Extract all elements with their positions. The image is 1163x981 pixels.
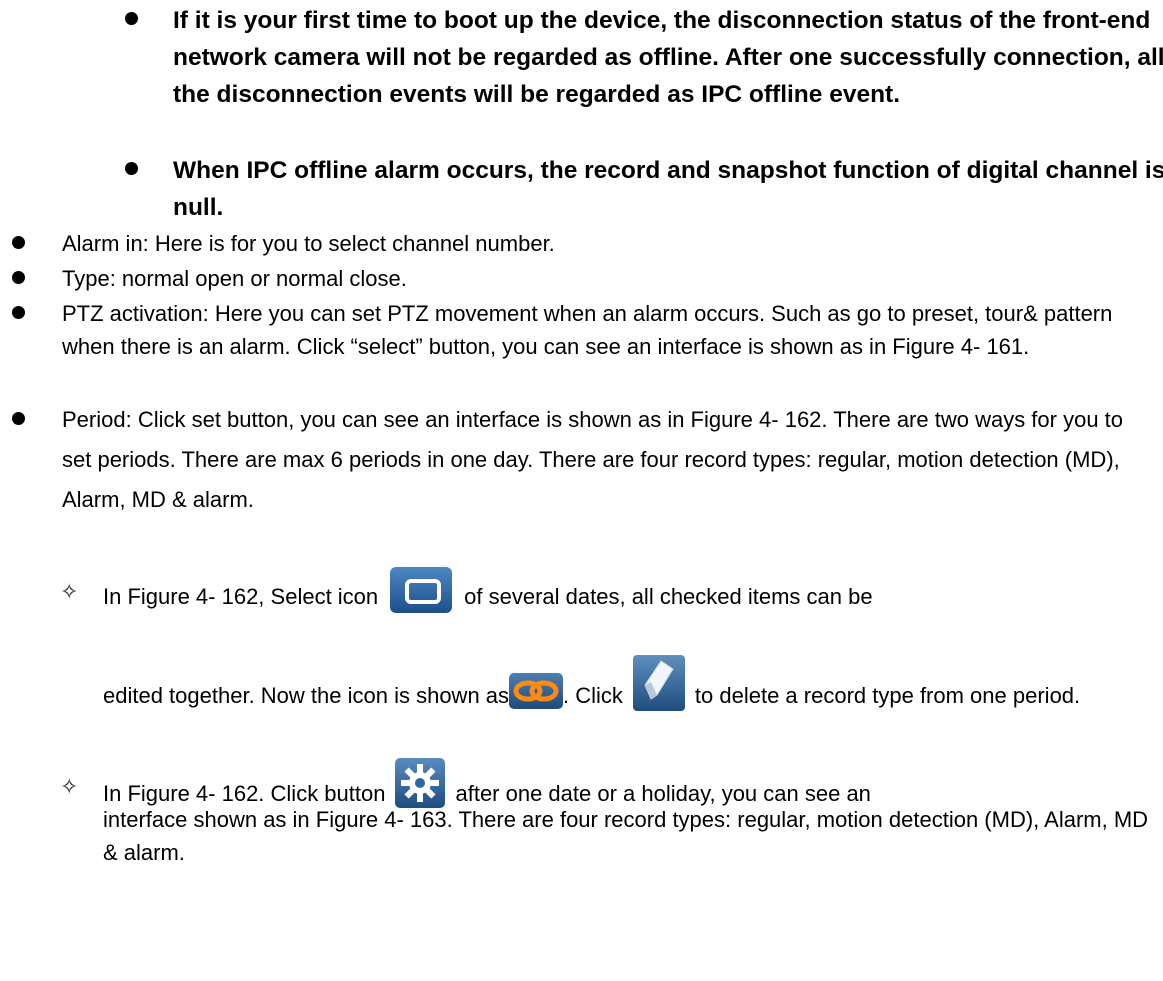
sub-item-text-part: interface shown as in Figure 4- 163. The… [103, 807, 1149, 865]
sub-item-text-part: to delete a record type from one period. [694, 682, 1081, 708]
manual-page: If it is your first time to boot up the … [0, 0, 1163, 981]
bullet-dot [125, 162, 138, 175]
sub-item-text-part: . Click [563, 682, 623, 708]
bullet-text: PTZ activation: Here you can set PTZ mov… [62, 301, 1113, 359]
bullet-dot [12, 236, 25, 249]
diamond-bullet-icon: ✧ [60, 579, 79, 604]
sub-item-text-part: of several dates, all checked items can … [464, 583, 873, 609]
gear-icon [395, 758, 446, 808]
diamond-bullet-icon: ✧ [60, 774, 79, 799]
square-select-icon [390, 567, 453, 613]
eraser-icon [632, 655, 685, 711]
bullet-text: Alarm in: Here is for you to select chan… [62, 231, 555, 256]
sub-item-text-part: edited together. Now the icon is shown a… [103, 682, 510, 708]
note-text: When IPC offline alarm occurs, the recor… [173, 157, 1163, 221]
bullet-dot [12, 271, 25, 284]
bullet-text: Type: normal open or normal close. [62, 266, 407, 291]
bullet-dot [125, 12, 138, 25]
note-text: If it is your first time to boot up the … [173, 7, 1163, 108]
sub-item-text-part: In Figure 4- 162, Select icon [103, 583, 379, 609]
bullet-text: Period: Click set button, you can see an… [62, 407, 1124, 512]
bullet-dot [12, 306, 25, 319]
bullet-dot [12, 412, 25, 425]
chain-link-icon [509, 673, 564, 709]
